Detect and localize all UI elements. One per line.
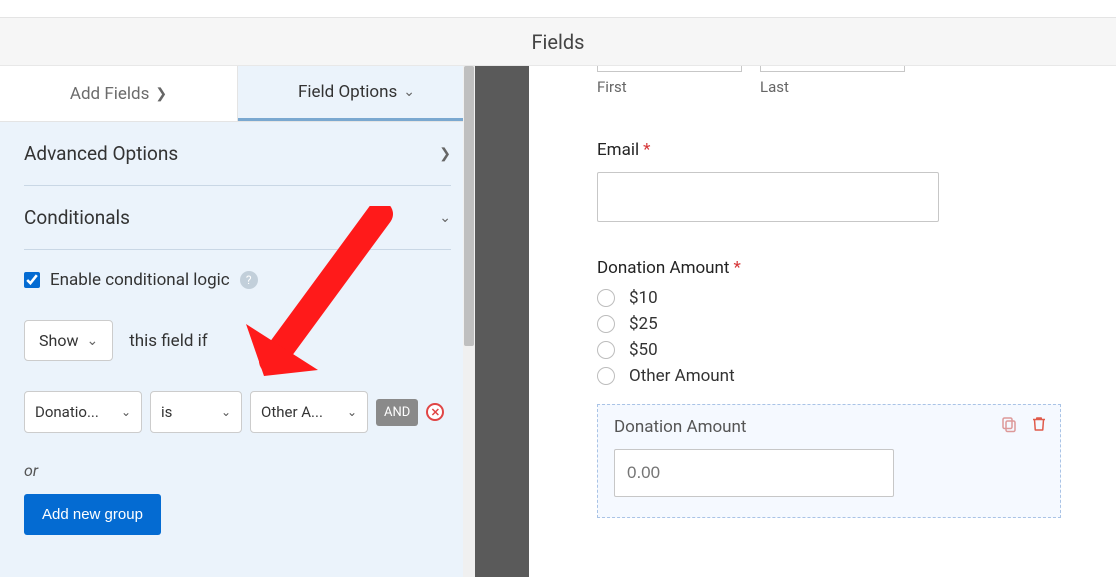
scrollbar-thumb[interactable] [464,66,474,346]
chevron-down-icon: ⌄ [86,333,98,349]
email-input[interactable] [597,172,939,222]
chevron-down-icon: ⌄ [439,210,451,226]
chevron-down-icon: ⌄ [347,405,357,419]
show-hide-value: Show [39,331,78,350]
rule-value-select[interactable]: Other A... ⌄ [250,391,368,433]
rule-value-text: Other A... [261,403,323,421]
show-hide-row: Show ⌄ this field if [24,320,451,361]
chevron-right-icon: ❯ [155,86,167,102]
donation-option-label: $10 [629,288,658,308]
scrollbar-track[interactable] [463,66,475,577]
divider-column [475,66,529,577]
show-hide-suffix: this field if [129,331,207,351]
add-new-group-button[interactable]: Add new group [24,494,161,535]
tab-field-options[interactable]: Field Options ⌄ [238,66,475,121]
rule-field-select[interactable]: Donatio... ⌄ [24,391,142,433]
first-name-sublabel: First [597,78,742,96]
radio-icon [597,367,615,385]
form-preview: First Last Email * Donation Amount * $10… [529,66,1116,577]
email-label: Email [597,140,639,160]
tab-add-fields[interactable]: Add Fields ❯ [0,66,238,121]
help-icon[interactable]: ? [240,271,258,289]
sidebar-tabs: Add Fields ❯ Field Options ⌄ [0,66,475,122]
first-name-input[interactable] [597,66,742,72]
donation-option-label: Other Amount [629,366,735,386]
donation-option[interactable]: $10 [597,288,1116,308]
donation-option[interactable]: $25 [597,314,1116,334]
section-conditionals[interactable]: Conditionals ⌄ [24,186,451,250]
chevron-down-icon: ⌄ [403,84,415,100]
rule-operator-value: is [161,403,172,421]
radio-icon [597,315,615,333]
last-name-sublabel: Last [760,78,905,96]
options-panel: Advanced Options ❯ Conditionals ⌄ Enable… [0,122,475,577]
enable-conditional-checkbox[interactable] [24,272,40,288]
enable-conditional-label: Enable conditional logic [50,270,230,290]
last-name-input[interactable] [760,66,905,72]
donation-option-label: $50 [629,340,658,360]
sidebar: Add Fields ❯ Field Options ⌄ Advanced Op… [0,66,475,577]
donation-option[interactable]: Other Amount [597,366,1116,386]
rule-field-value: Donatio... [35,403,99,421]
rule-operator-select[interactable]: is ⌄ [150,391,242,433]
name-field-group: First Last [597,66,1116,96]
duplicate-icon[interactable] [1000,415,1018,433]
section-advanced-label: Advanced Options [24,142,178,165]
or-separator: or [24,461,451,480]
trash-icon[interactable] [1030,415,1048,433]
tab-field-options-label: Field Options [298,82,397,102]
builder-header: Fields [0,18,1116,66]
donation-option-label: $25 [629,314,658,334]
builder-header-title: Fields [532,30,585,54]
chevron-right-icon: ❯ [439,146,451,162]
donation-field[interactable]: Donation Amount * $10 $25 $50 Other Amou… [597,258,1116,386]
main-layout: Add Fields ❯ Field Options ⌄ Advanced Op… [0,66,1116,577]
tab-add-fields-label: Add Fields [70,84,150,104]
selected-field-panel[interactable]: Donation Amount [597,404,1061,518]
required-indicator: * [734,258,741,278]
donation-option[interactable]: $50 [597,340,1116,360]
enable-conditional-row: Enable conditional logic ? [24,250,451,290]
add-and-button[interactable]: AND [376,399,418,426]
section-conditionals-label: Conditionals [24,206,130,229]
top-strip [0,0,1116,18]
chevron-down-icon: ⌄ [121,405,131,419]
selected-field-title: Donation Amount [614,417,1044,437]
donation-options: $10 $25 $50 Other Amount [597,288,1116,386]
section-advanced-options[interactable]: Advanced Options ❯ [24,122,451,186]
show-hide-select[interactable]: Show ⌄ [24,320,113,361]
email-field[interactable]: Email * [597,140,1116,222]
delete-rule-icon[interactable]: ✕ [426,403,444,421]
donation-amount-input[interactable] [614,449,894,497]
chevron-down-icon: ⌄ [221,405,231,419]
radio-icon [597,289,615,307]
conditional-rule-row: Donatio... ⌄ is ⌄ Other A... ⌄ AND ✕ [24,391,451,433]
required-indicator: * [643,140,650,160]
donation-label: Donation Amount [597,258,730,278]
radio-icon [597,341,615,359]
